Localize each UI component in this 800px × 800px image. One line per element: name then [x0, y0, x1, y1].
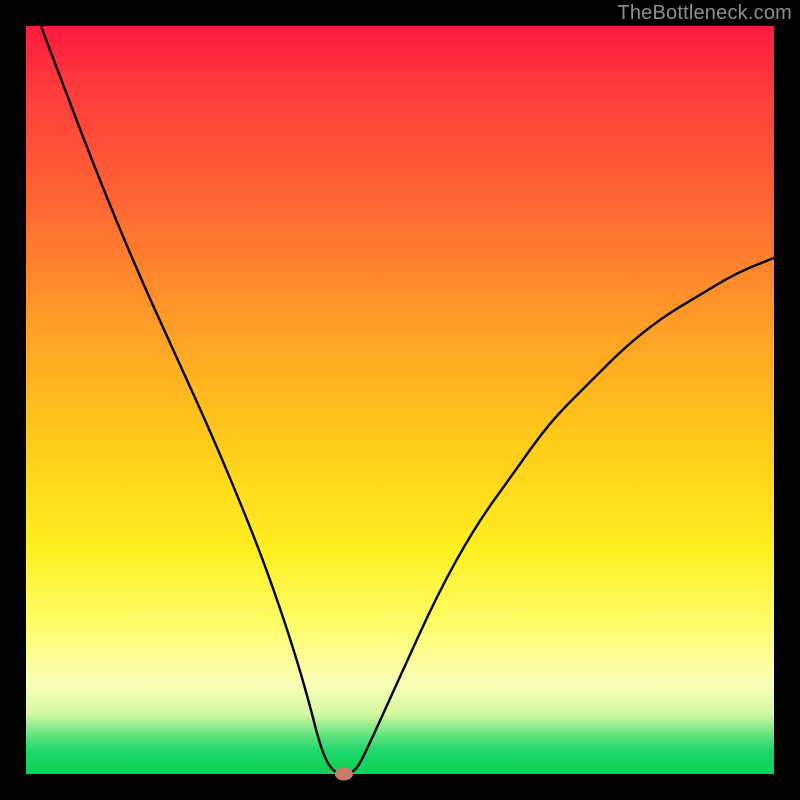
curve-svg [26, 26, 774, 774]
plot-area [26, 26, 774, 774]
bottleneck-curve [41, 26, 774, 774]
watermark-text: TheBottleneck.com [617, 2, 792, 25]
chart-container: TheBottleneck.com [0, 0, 800, 800]
optimal-point-marker [335, 768, 353, 781]
